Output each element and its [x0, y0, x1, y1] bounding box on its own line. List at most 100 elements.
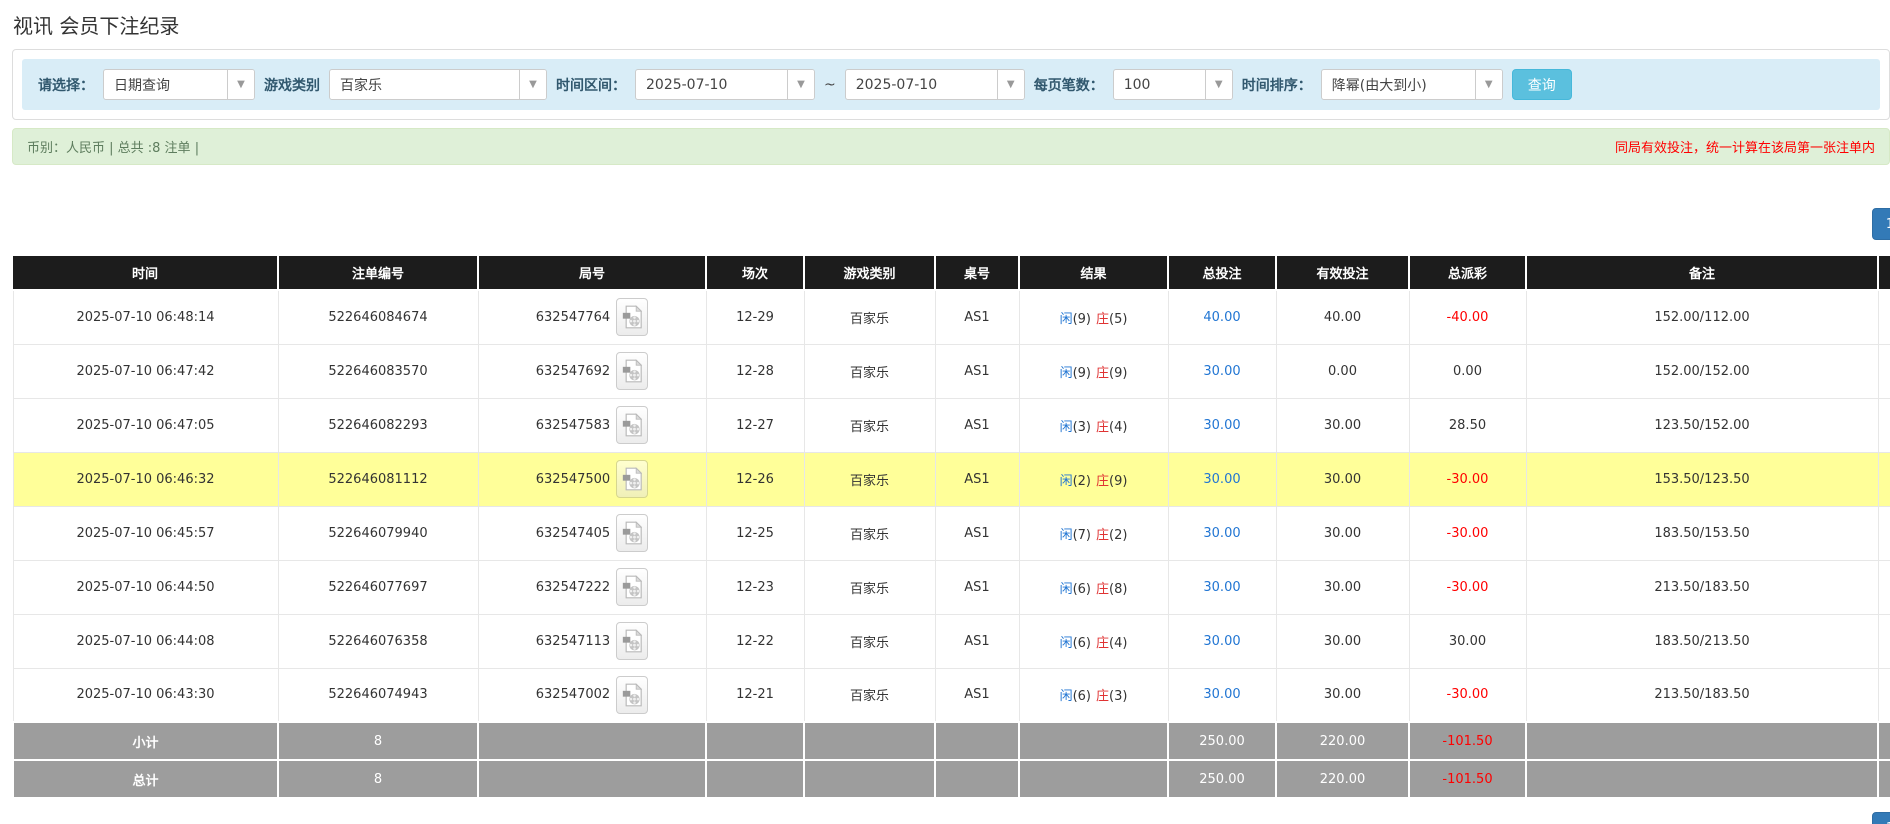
total-bet-cell[interactable]: 30.00	[1168, 560, 1276, 614]
total-bet-cell[interactable]: 30.00	[1168, 506, 1276, 560]
bet-id-cell: 522646079940	[278, 506, 478, 560]
game-type-cell: 百家乐	[804, 668, 935, 722]
game-type-cell: 百家乐	[804, 344, 935, 398]
total-row: 总计 8 250.00 220.00 -101.50	[13, 760, 1890, 798]
per-page-select[interactable]: 100 ▼	[1113, 69, 1233, 100]
table-row: 2025-07-10 06:46:32 522646081112 6325475…	[13, 452, 1890, 506]
result-cell: 闲(9)庄(9)	[1019, 344, 1168, 398]
payout-cell: 0.00	[1409, 344, 1526, 398]
total-bet-cell[interactable]: 30.00	[1168, 614, 1276, 668]
player-result-label: 闲	[1060, 474, 1073, 489]
player-result-label: 闲	[1060, 582, 1073, 597]
remark-cell: 183.50/153.50	[1526, 506, 1878, 560]
game-type-label: 游戏类别	[264, 75, 320, 95]
date-type-select[interactable]: 日期查询 ▼	[103, 69, 255, 100]
round-cell: 632547764	[478, 290, 706, 344]
bet-id-cell: 522646076358	[278, 614, 478, 668]
table-row: 2025-07-10 06:47:42 522646083570 6325476…	[13, 344, 1890, 398]
round-cell: 632547500	[478, 452, 706, 506]
valid-bet-cell: 30.00	[1276, 452, 1409, 506]
table-no-cell: AS1	[935, 452, 1019, 506]
video-replay-button[interactable]	[616, 406, 648, 444]
range-separator: ~	[824, 77, 836, 93]
extra-cell	[1878, 290, 1890, 344]
extra-cell	[1878, 398, 1890, 452]
summary-bar: 币别：人民币 | 总共 :8 注单 | 同局有效投注，统一计算在该局第一张注单内	[12, 128, 1890, 165]
banker-score: (4)	[1109, 420, 1127, 435]
player-result-label: 闲	[1060, 689, 1073, 704]
round-number: 632547764	[536, 310, 610, 325]
total-bet-cell[interactable]: 30.00	[1168, 668, 1276, 722]
valid-bet-cell: 0.00	[1276, 344, 1409, 398]
chevron-down-icon[interactable]: ▼	[519, 70, 546, 99]
round-number: 632547222	[536, 580, 610, 595]
game-type-cell: 百家乐	[804, 290, 935, 344]
total-bet-cell[interactable]: 30.00	[1168, 344, 1276, 398]
bet-id-cell: 522646074943	[278, 668, 478, 722]
pagination-page-button-bottom[interactable]: 1	[1872, 812, 1890, 824]
header-game-type: 游戏类别	[804, 256, 935, 290]
date-from-select[interactable]: 2025-07-10 ▼	[635, 69, 815, 100]
game-type-value: 百家乐	[330, 70, 519, 99]
chevron-down-icon[interactable]: ▼	[787, 70, 814, 99]
video-file-icon	[622, 413, 642, 437]
total-bet-cell[interactable]: 30.00	[1168, 452, 1276, 506]
time-sort-select[interactable]: 降幂(由大到小) ▼	[1321, 69, 1503, 100]
extra-cell	[1878, 614, 1890, 668]
result-cell: 闲(3)庄(4)	[1019, 398, 1168, 452]
date-to-select[interactable]: 2025-07-10 ▼	[845, 69, 1025, 100]
header-time: 时间	[13, 256, 278, 290]
video-replay-button[interactable]	[616, 298, 648, 336]
total-label: 总计	[13, 760, 278, 798]
header-bet-id: 注单编号	[278, 256, 478, 290]
total-bet-cell[interactable]: 30.00	[1168, 398, 1276, 452]
video-replay-button[interactable]	[616, 514, 648, 552]
video-replay-button[interactable]	[616, 568, 648, 606]
time-cell: 2025-07-10 06:47:05	[13, 398, 278, 452]
video-replay-button[interactable]	[616, 676, 648, 714]
extra-cell	[1878, 506, 1890, 560]
table-row: 2025-07-10 06:48:14 522646084674 6325477…	[13, 290, 1890, 344]
table-header-row: 时间 注单编号 局号 场次 游戏类别 桌号 结果 总投注 有效投注 总派彩 备注	[13, 256, 1890, 290]
pagination-page-button[interactable]: 1	[1872, 208, 1890, 240]
table-body: 2025-07-10 06:48:14 522646084674 6325477…	[13, 290, 1890, 722]
session-cell: 12-21	[706, 668, 804, 722]
chevron-down-icon[interactable]: ▼	[227, 70, 254, 99]
result-cell: 闲(6)庄(3)	[1019, 668, 1168, 722]
round-cell: 632547405	[478, 506, 706, 560]
game-type-select[interactable]: 百家乐 ▼	[329, 69, 547, 100]
result-cell: 闲(6)庄(8)	[1019, 560, 1168, 614]
time-sort-label: 时间排序：	[1242, 75, 1312, 95]
remark-cell: 183.50/213.50	[1526, 614, 1878, 668]
video-replay-button[interactable]	[616, 460, 648, 498]
table-row: 2025-07-10 06:43:30 522646074943 6325470…	[13, 668, 1890, 722]
player-score: (9)	[1073, 312, 1091, 327]
notice-text: 同局有效投注，统一计算在该局第一张注单内	[1615, 137, 1875, 156]
chevron-down-icon[interactable]: ▼	[1205, 70, 1232, 99]
video-replay-button[interactable]	[616, 622, 648, 660]
per-page-label: 每页笔数：	[1034, 75, 1104, 95]
session-cell: 12-25	[706, 506, 804, 560]
chevron-down-icon[interactable]: ▼	[1475, 70, 1502, 99]
player-result-label: 闲	[1060, 366, 1073, 381]
chevron-down-icon[interactable]: ▼	[997, 70, 1024, 99]
payout-cell: -40.00	[1409, 290, 1526, 344]
banker-score: (5)	[1109, 312, 1127, 327]
round-number: 632547405	[536, 526, 610, 541]
video-replay-button[interactable]	[616, 352, 648, 390]
header-remark: 备注	[1526, 256, 1878, 290]
banker-result-label: 庄	[1096, 312, 1109, 327]
payout-cell: 28.50	[1409, 398, 1526, 452]
table-no-cell: AS1	[935, 506, 1019, 560]
time-cell: 2025-07-10 06:48:14	[13, 290, 278, 344]
total-bet-cell[interactable]: 40.00	[1168, 290, 1276, 344]
header-round: 局号	[478, 256, 706, 290]
player-score: (7)	[1073, 528, 1091, 543]
banker-result-label: 庄	[1096, 474, 1109, 489]
time-cell: 2025-07-10 06:43:30	[13, 668, 278, 722]
query-button[interactable]: 查询	[1512, 69, 1572, 100]
valid-bet-cell: 30.00	[1276, 398, 1409, 452]
game-type-cell: 百家乐	[804, 398, 935, 452]
player-score: (9)	[1073, 366, 1091, 381]
banker-result-label: 庄	[1096, 689, 1109, 704]
